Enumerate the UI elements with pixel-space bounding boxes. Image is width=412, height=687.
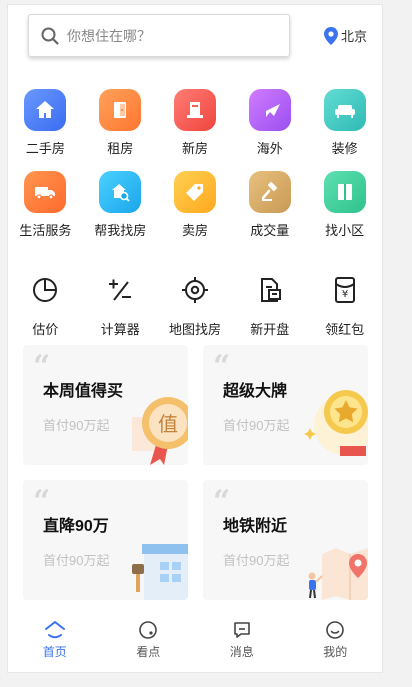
service-label: 卖房 [181,223,208,238]
tab-messages[interactable]: 消息 [195,612,289,672]
service-new-house[interactable]: 新房 [158,89,233,157]
bottom-tab-bar: 首页 看点 消息 我的 [8,612,382,672]
tab-label: 看点 [136,645,161,659]
card-subtitle: 首付90万起 [43,418,110,433]
service-label: 成交量 [250,223,290,238]
map-location-icon [308,548,368,600]
building-icon [173,89,216,131]
service-label: 生活服务 [19,223,72,238]
city-label: 北京 [341,29,368,44]
promo-card-subway[interactable]: “ 地铁附近 首付90万起 [203,480,368,600]
airplane-icon [248,89,291,131]
card-subtitle: 首付90万起 [223,418,290,433]
promo-card-brand[interactable]: “ 超级大牌 首付90万起 [203,345,368,465]
service-sell[interactable]: 卖房 [158,171,233,239]
tool-row: 估价 计算器 地图找房 新开盘 ¥ 领红包 [8,269,382,338]
service-overseas[interactable]: 海外 [232,89,307,157]
message-icon [233,622,250,638]
service-label: 海外 [256,141,283,156]
service-deal-volume[interactable]: 成交量 [232,171,307,239]
tool-label: 地图找房 [168,322,221,337]
house-icon [24,89,67,131]
service-find-community[interactable]: 找小区 [307,171,382,239]
service-label: 帮我找房 [94,223,147,238]
red-envelope-icon: ¥ [324,269,366,311]
card-badge: 值 [158,412,178,436]
top-bar: 你想住在哪？ 北京 [8,5,382,75]
service-second-hand[interactable]: 二手房 [8,89,83,157]
promo-card-price-drop[interactable]: “ 直降90万 首付90万起 [23,480,188,600]
pie-chart-icon [24,269,66,311]
search-placeholder: 你想住在哪？ [67,27,151,44]
calculator-icon [99,269,141,311]
tab-home[interactable]: 首页 [8,612,102,672]
door-icon [99,89,142,131]
worth-badge-icon: 值 [132,397,188,465]
card-title: 超级大牌 [223,383,288,400]
crosshair-icon [174,269,216,311]
tab-highlights[interactable]: 看点 [102,612,196,672]
service-label: 新房 [181,141,208,156]
service-life[interactable]: 生活服务 [8,171,83,239]
service-label: 租房 [107,141,134,156]
house-search-icon [99,171,142,213]
tool-label: 新开盘 [250,322,290,337]
tool-valuation[interactable]: 估价 [8,269,83,338]
tab-label: 首页 [42,645,67,659]
tool-label: 估价 [32,322,59,337]
service-label: 二手房 [25,141,65,156]
gavel-icon [248,171,291,213]
svg-text:¥: ¥ [341,289,347,300]
app-screen: 你想住在哪？ 北京 二手房 租房 新房 海外 装修 生活服务 帮我找房 卖房 成… [7,4,383,673]
card-title: 本周值得买 [43,383,124,400]
tool-new-opening[interactable]: 新开盘 [232,269,307,338]
service-label: 装修 [331,141,358,156]
service-decoration[interactable]: 装修 [307,89,382,157]
card-subtitle: 首付90万起 [223,553,290,568]
paint-house-icon [132,544,188,600]
service-rent[interactable]: 租房 [83,89,158,157]
tool-calculator[interactable]: 计算器 [83,269,158,338]
home-icon [44,621,65,639]
card-subtitle: 首付90万起 [43,553,110,568]
star-medal-icon [304,390,368,456]
tool-label: 计算器 [100,322,140,337]
tab-label: 我的 [323,645,348,659]
compass-icon [139,621,158,639]
book-icon [323,171,366,213]
profile-icon [326,621,345,639]
service-help-find[interactable]: 帮我找房 [83,171,158,239]
search-bar[interactable]: 你想住在哪？ [28,14,290,57]
card-title: 地铁附近 [223,518,288,535]
tool-label: 领红包 [325,322,365,337]
truck-icon [24,171,67,213]
card-title: 直降90万 [43,518,109,535]
city-selector[interactable]: 北京 [324,26,367,45]
tool-red-envelope[interactable]: ¥ 领红包 [307,269,382,338]
service-grid-row-1: 二手房 租房 新房 海外 装修 [8,89,382,157]
tab-mine[interactable]: 我的 [289,612,383,672]
location-pin-icon [324,26,338,45]
promo-card-weekly[interactable]: “ 本周值得买 首付90万起 值 [23,345,188,465]
tool-map-search[interactable]: 地图找房 [158,269,233,338]
sofa-icon [323,89,366,131]
search-icon [41,27,59,45]
price-tag-icon [173,171,216,213]
service-label: 找小区 [325,223,365,238]
tab-label: 消息 [229,645,254,659]
document-icon [249,269,291,311]
service-grid-row-2: 生活服务 帮我找房 卖房 成交量 找小区 [8,171,382,239]
